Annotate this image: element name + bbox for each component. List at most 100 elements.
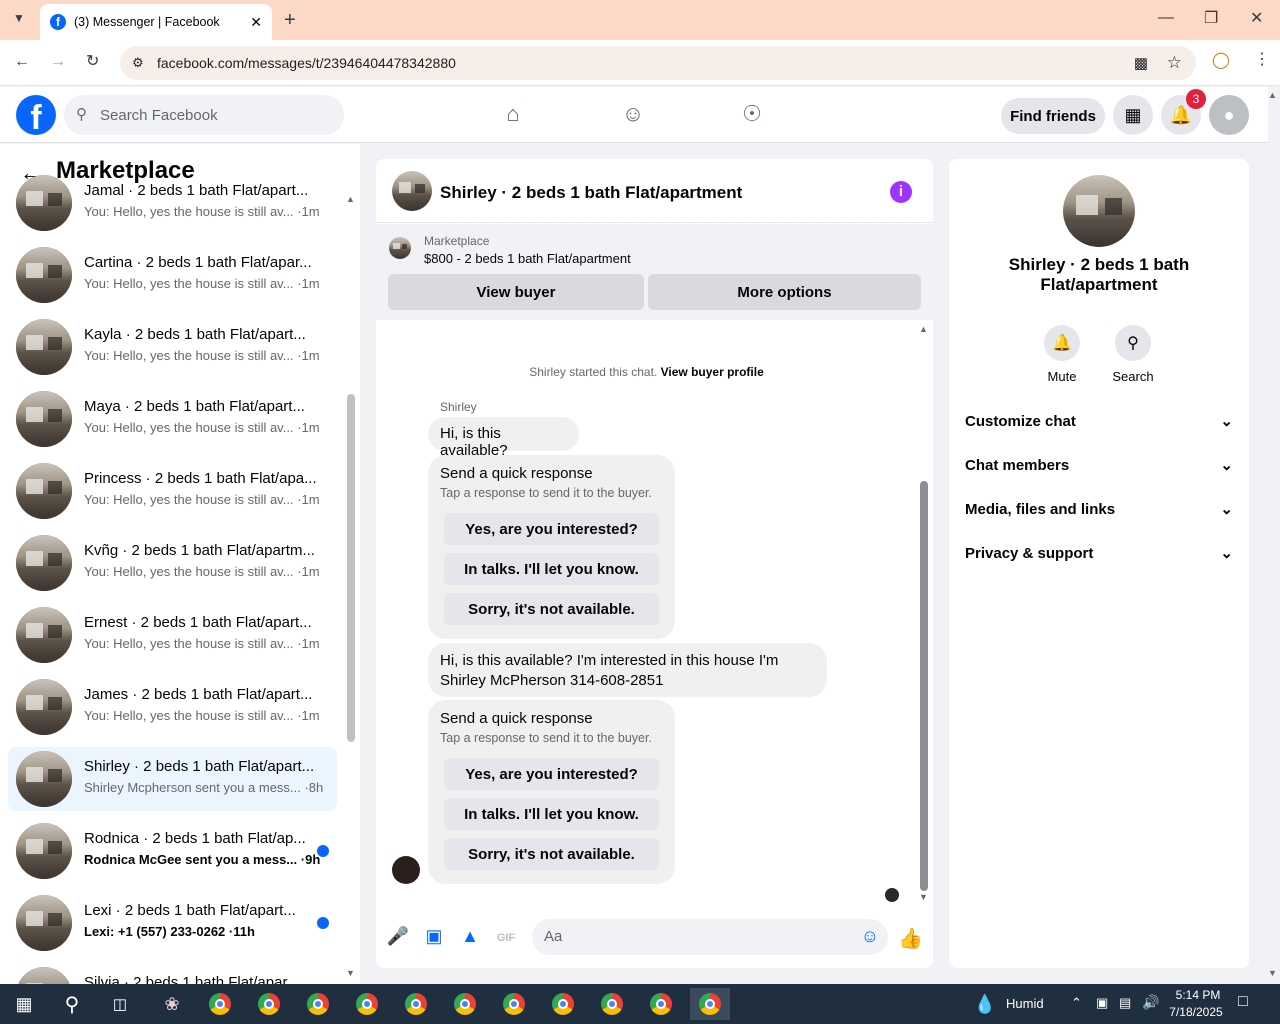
conversation-item[interactable]: Kayla · 2 beds 1 bath Flat/apart... You: …: [8, 315, 337, 379]
account-avatar[interactable]: ●: [1209, 95, 1249, 135]
view-buyer-button[interactable]: View buyer: [388, 274, 644, 310]
chat-title[interactable]: Shirley · 2 beds 1 bath Flat/apartment: [440, 183, 742, 203]
chat-members-section[interactable]: Chat members ⌄: [965, 443, 1233, 487]
mute-button[interactable]: 🔔 Mute: [1032, 325, 1092, 384]
chrome-taskbar-icon[interactable]: [543, 988, 583, 1020]
chrome-taskbar-icon[interactable]: [690, 988, 730, 1020]
gif-icon[interactable]: GIF: [494, 926, 518, 950]
chat-scrollbar[interactable]: [920, 481, 928, 891]
more-options-button[interactable]: More options: [648, 274, 921, 310]
page-scroll-up-icon[interactable]: ▲: [1268, 90, 1277, 100]
profile-icon[interactable]: ◯: [1212, 53, 1230, 69]
chrome-taskbar-icon[interactable]: [494, 988, 534, 1020]
tray-chevron-icon[interactable]: ⌃: [1071, 995, 1082, 1011]
notification-center-icon[interactable]: □: [1238, 993, 1248, 1011]
scroll-up-icon[interactable]: ▲: [346, 194, 355, 204]
quick-response-yes[interactable]: Yes, are you interested?: [444, 513, 659, 545]
message-input[interactable]: Aa: [532, 919, 888, 955]
restore-icon[interactable]: ❐: [1204, 11, 1218, 27]
friends-icon[interactable]: ☺: [619, 101, 647, 129]
chat-scroll-down-icon[interactable]: ▼: [919, 892, 928, 902]
sender-name: Shirley: [440, 400, 477, 414]
clock-date[interactable]: 7/18/2025: [1166, 1005, 1226, 1019]
network-icon[interactable]: ▤: [1119, 995, 1131, 1011]
address-bar[interactable]: ⚙ facebook.com/messages/t/23946404478342…: [120, 46, 1196, 80]
view-buyer-profile-link[interactable]: View buyer profile: [661, 365, 764, 379]
back-icon[interactable]: ←: [14, 54, 30, 70]
chrome-taskbar-icon[interactable]: [396, 988, 436, 1020]
groups-icon[interactable]: ☉: [738, 101, 766, 129]
listing-thumbnail: [389, 237, 411, 259]
conversation-title: Kvñg · 2 beds 1 bath Flat/apartm...: [84, 542, 315, 559]
privacy-support-section[interactable]: Privacy & support ⌄: [965, 531, 1233, 575]
conversation-item[interactable]: Kvñg · 2 beds 1 bath Flat/apartm... You: …: [8, 531, 337, 595]
taskbar-search-icon[interactable]: ⚲: [52, 988, 92, 1020]
quick-response-subtitle: Tap a response to send it to the buyer.: [440, 486, 652, 500]
quick-response-in-talks[interactable]: In talks. I'll let you know.: [444, 798, 659, 830]
quick-response-not-available[interactable]: Sorry, it's not available.: [444, 593, 659, 625]
info-icon[interactable]: i: [890, 181, 912, 203]
home-icon[interactable]: ⌂: [499, 101, 527, 129]
chrome-taskbar-icon[interactable]: [592, 988, 632, 1020]
sticker-icon[interactable]: ▲: [458, 926, 482, 950]
find-friends-button[interactable]: Find friends: [1001, 98, 1105, 134]
task-view-icon[interactable]: ◫: [100, 988, 140, 1020]
conversation-item[interactable]: Lexi · 2 beds 1 bath Flat/apart... Lexi: …: [8, 891, 337, 955]
weather-text[interactable]: Humid: [1006, 996, 1044, 1011]
chrome-taskbar-icon[interactable]: [445, 988, 485, 1020]
tab-search-icon[interactable]: ▼: [13, 12, 25, 24]
pinned-app-icon[interactable]: ❀: [152, 988, 192, 1020]
chrome-taskbar-icon[interactable]: [641, 988, 681, 1020]
site-info-icon[interactable]: ⚙: [132, 55, 144, 71]
install-app-icon[interactable]: ▩: [1134, 54, 1148, 72]
chat-avatar[interactable]: [392, 171, 432, 211]
conversation-item[interactable]: Maya · 2 beds 1 bath Flat/apart... You: H…: [8, 387, 337, 451]
reload-icon[interactable]: ↻: [86, 54, 99, 70]
new-tab-icon[interactable]: +: [284, 10, 296, 30]
weather-icon[interactable]: 💧: [970, 988, 1000, 1020]
chrome-taskbar-icon[interactable]: [200, 988, 240, 1020]
conversation-item[interactable]: Jamal · 2 beds 1 bath Flat/apart... You: …: [8, 171, 337, 235]
conversation-item[interactable]: Silvia · 2 beds 1 bath Flat/apar...: [8, 963, 337, 984]
media-files-links-section[interactable]: Media, files and links ⌄: [965, 487, 1233, 531]
quick-response-yes[interactable]: Yes, are you interested?: [444, 758, 659, 790]
chrome-taskbar-icon[interactable]: [347, 988, 387, 1020]
menu-icon[interactable]: ⋮: [1254, 52, 1270, 68]
facebook-logo-icon[interactable]: f: [16, 95, 56, 135]
start-windows-icon[interactable]: ▦: [4, 988, 44, 1020]
photo-icon[interactable]: ▣: [422, 926, 446, 950]
chrome-taskbar-icon[interactable]: [298, 988, 338, 1020]
clock-time[interactable]: 5:14 PM: [1174, 988, 1222, 1002]
chat-scroll-up-icon[interactable]: ▲: [919, 324, 928, 334]
customize-chat-section[interactable]: Customize chat ⌄: [965, 399, 1233, 443]
bookmark-star-icon[interactable]: ☆: [1167, 53, 1182, 73]
chrome-taskbar-icon[interactable]: [249, 988, 289, 1020]
conversation-list-scrollbar[interactable]: [347, 394, 355, 742]
emoji-icon[interactable]: ☺: [858, 926, 882, 950]
tray-device-icon[interactable]: ▣: [1096, 995, 1108, 1011]
conversation-item[interactable]: Rodnica · 2 beds 1 bath Flat/ap... Rodnic…: [8, 819, 337, 883]
listing-avatar[interactable]: [1063, 175, 1135, 247]
conversation-item[interactable]: Shirley · 2 beds 1 bath Flat/apart... Shi…: [8, 747, 337, 811]
tab-close-icon[interactable]: ✕: [250, 14, 262, 31]
url-text: facebook.com/messages/t/2394640447834288…: [157, 55, 456, 71]
volume-icon[interactable]: 🔊: [1142, 994, 1159, 1011]
scroll-down-icon[interactable]: ▼: [346, 968, 355, 978]
search-button[interactable]: ⚲ Search: [1103, 325, 1163, 384]
conversation-item[interactable]: Cartina · 2 beds 1 bath Flat/apar... You:…: [8, 243, 337, 307]
facebook-search-input[interactable]: ⚲ Search Facebook: [64, 95, 344, 135]
forward-icon[interactable]: →: [50, 54, 66, 70]
thumbs-up-icon[interactable]: 👍: [898, 926, 923, 950]
window-close-icon[interactable]: ✕: [1250, 11, 1263, 27]
conversation-item[interactable]: Ernest · 2 beds 1 bath Flat/apart... You:…: [8, 603, 337, 667]
page-scroll-down-icon[interactable]: ▼: [1268, 968, 1277, 978]
chevron-down-icon: ⌄: [1220, 501, 1233, 518]
quick-response-in-talks[interactable]: In talks. I'll let you know.: [444, 553, 659, 585]
microphone-icon[interactable]: 🎤: [386, 926, 410, 950]
menu-grid-icon[interactable]: ▦: [1113, 95, 1153, 135]
browser-tab[interactable]: f (3) Messenger | Facebook ✕: [40, 4, 272, 40]
conversation-item[interactable]: Princess · 2 beds 1 bath Flat/apa... You:…: [8, 459, 337, 523]
quick-response-not-available[interactable]: Sorry, it's not available.: [444, 838, 659, 870]
conversation-item[interactable]: James · 2 beds 1 bath Flat/apart... You: …: [8, 675, 337, 739]
minimize-icon[interactable]: —: [1158, 10, 1174, 26]
